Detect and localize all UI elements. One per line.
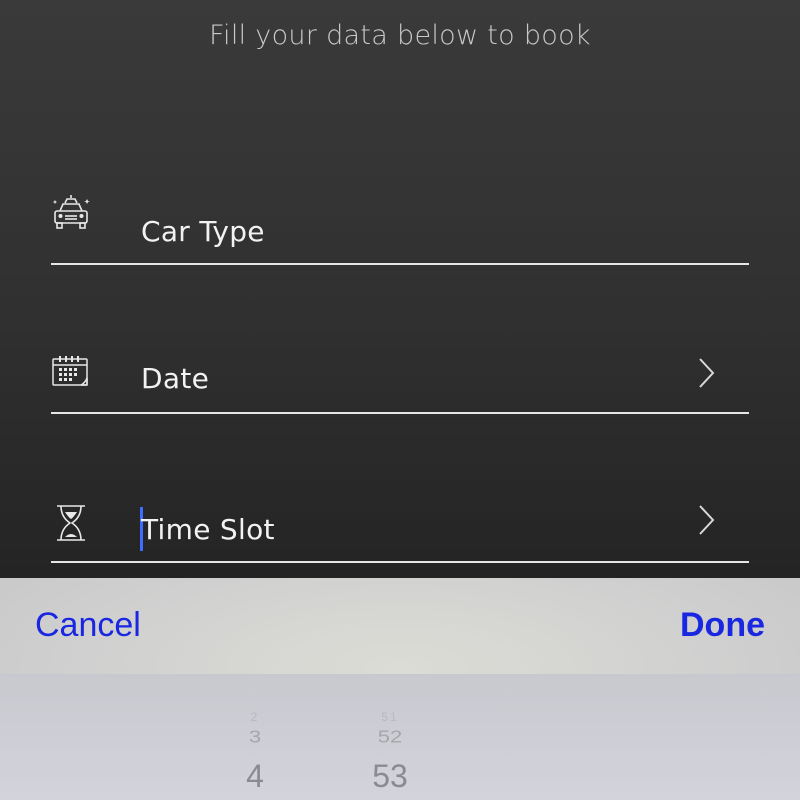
date-field[interactable]: Date: [51, 342, 749, 414]
minute-option[interactable]: 51: [345, 710, 435, 724]
time-slot-label: Time Slot: [141, 513, 275, 546]
minute-option-selected[interactable]: 53: [345, 758, 435, 795]
date-label: Date: [141, 362, 210, 395]
hour-option[interactable]: 2: [210, 710, 300, 724]
time-slot-field[interactable]: Time Slot: [51, 491, 749, 563]
minute-column[interactable]: 51 52 53: [345, 674, 435, 800]
car-type-label: Car Type: [141, 215, 265, 248]
minute-option[interactable]: 52: [345, 727, 435, 748]
calendar-icon: [51, 354, 91, 394]
car-icon: [51, 193, 91, 233]
cancel-button[interactable]: Cancel: [35, 606, 141, 645]
page-subtitle: Fill your data below to book: [209, 20, 591, 51]
chevron-right-icon[interactable]: [695, 503, 719, 543]
hour-option[interactable]: 3: [210, 727, 300, 748]
hour-option-selected[interactable]: 4: [210, 758, 300, 795]
hour-column[interactable]: 2 3 4: [210, 674, 300, 800]
chevron-right-icon[interactable]: [695, 356, 719, 396]
hourglass-icon: [51, 503, 91, 543]
car-type-field[interactable]: Car Type: [51, 193, 749, 265]
picker-toolbar: Cancel Done: [0, 578, 800, 674]
time-picker-sheet: Cancel Done 2 3 4 51 52 53: [0, 578, 800, 800]
time-picker-wheel[interactable]: 2 3 4 51 52 53: [0, 674, 800, 800]
booking-screen: Fill your data below to book Car Type Da…: [0, 0, 800, 800]
done-button[interactable]: Done: [680, 606, 765, 645]
